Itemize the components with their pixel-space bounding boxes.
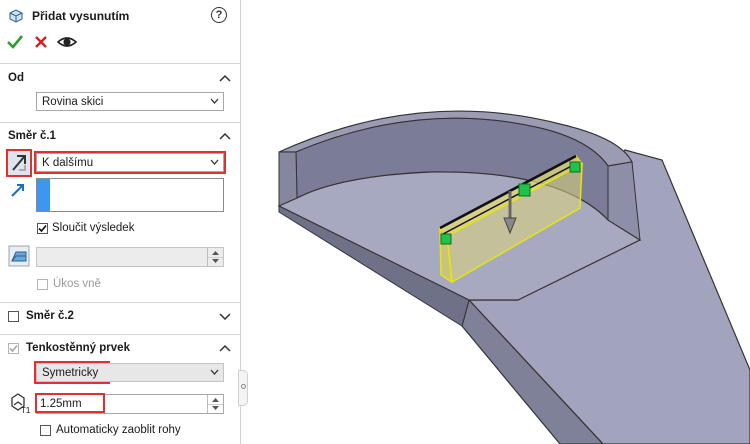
graphics-viewport[interactable] xyxy=(241,0,750,444)
thin-type-select[interactable]: Symetricky xyxy=(36,363,224,382)
selection-focus-bar xyxy=(37,179,50,211)
divider xyxy=(0,302,240,303)
thickness-highlight xyxy=(35,393,105,413)
direction1-section-title: Směr č.1 xyxy=(8,130,56,142)
endpoint-handle-right xyxy=(569,161,581,173)
chevron-up-icon[interactable] xyxy=(219,132,231,140)
spin-down-icon[interactable] xyxy=(208,404,223,413)
endpoint-handle-left xyxy=(440,233,452,245)
spinner-buttons xyxy=(207,248,223,266)
property-manager-panel: Přidat vysunutím ? Od Rovina skici Směr … xyxy=(0,0,241,444)
spin-down-icon[interactable] xyxy=(208,257,223,266)
chevron-up-icon[interactable] xyxy=(219,344,231,352)
check-icon xyxy=(9,344,18,353)
direction-selection-box[interactable] xyxy=(36,178,224,212)
merge-result-checkbox[interactable] xyxy=(37,223,48,234)
chevron-down-icon xyxy=(210,98,219,104)
start-condition-value: Rovina skici xyxy=(42,96,104,108)
auto-fillet-checkbox[interactable] xyxy=(40,425,51,436)
merge-result-label: Sloučit výsledek xyxy=(52,222,135,234)
panel-title: Přidat vysunutím xyxy=(32,9,130,23)
check-icon[interactable] xyxy=(6,33,24,51)
panel-header: Přidat vysunutím ? xyxy=(0,0,240,30)
draft-outward-label: Úkos vně xyxy=(53,278,101,290)
from-section-title: Od xyxy=(8,72,24,84)
thin-feature-section-title: Tenkostěnný prvek xyxy=(26,342,130,354)
reverse-direction-button[interactable] xyxy=(6,149,32,177)
draft-icon xyxy=(8,245,30,267)
spinner-buttons xyxy=(207,395,223,413)
chevron-down-icon xyxy=(210,369,219,375)
close-icon[interactable] xyxy=(32,33,50,51)
draft-toggle-button[interactable] xyxy=(8,245,30,267)
thickness-handle xyxy=(518,183,531,197)
check-icon xyxy=(38,224,47,233)
thickness-icon: T1 xyxy=(11,393,31,414)
direction-vector-icon xyxy=(11,184,24,197)
draft-angle-input[interactable] xyxy=(36,247,224,267)
auto-fillet-label: Automaticky zaoblit rohy xyxy=(56,424,181,436)
chevron-up-icon[interactable] xyxy=(219,74,231,82)
thin-type-value: Symetricky xyxy=(42,367,99,379)
chevron-down-icon xyxy=(210,159,219,165)
end-condition-value: K dalšímu xyxy=(42,157,94,169)
end-condition-select[interactable]: K dalšímu xyxy=(34,151,226,174)
thin-feature-checkbox[interactable] xyxy=(8,343,19,354)
divider xyxy=(0,122,240,123)
chevron-down-icon[interactable] xyxy=(219,312,231,320)
direction2-checkbox[interactable] xyxy=(8,311,19,322)
eye-icon[interactable] xyxy=(57,33,77,51)
divider xyxy=(0,63,240,64)
help-button[interactable]: ? xyxy=(211,7,227,23)
extrude-feature-icon xyxy=(9,9,23,23)
action-buttons xyxy=(6,33,86,51)
draft-outward-checkbox[interactable] xyxy=(37,279,48,290)
reverse-direction-icon xyxy=(12,155,26,171)
help-icon: ? xyxy=(215,9,223,21)
divider xyxy=(0,334,240,335)
start-condition-select[interactable]: Rovina skici xyxy=(36,92,224,111)
svg-text:T1: T1 xyxy=(21,406,31,414)
direction2-section-title: Směr č.2 xyxy=(26,310,74,322)
